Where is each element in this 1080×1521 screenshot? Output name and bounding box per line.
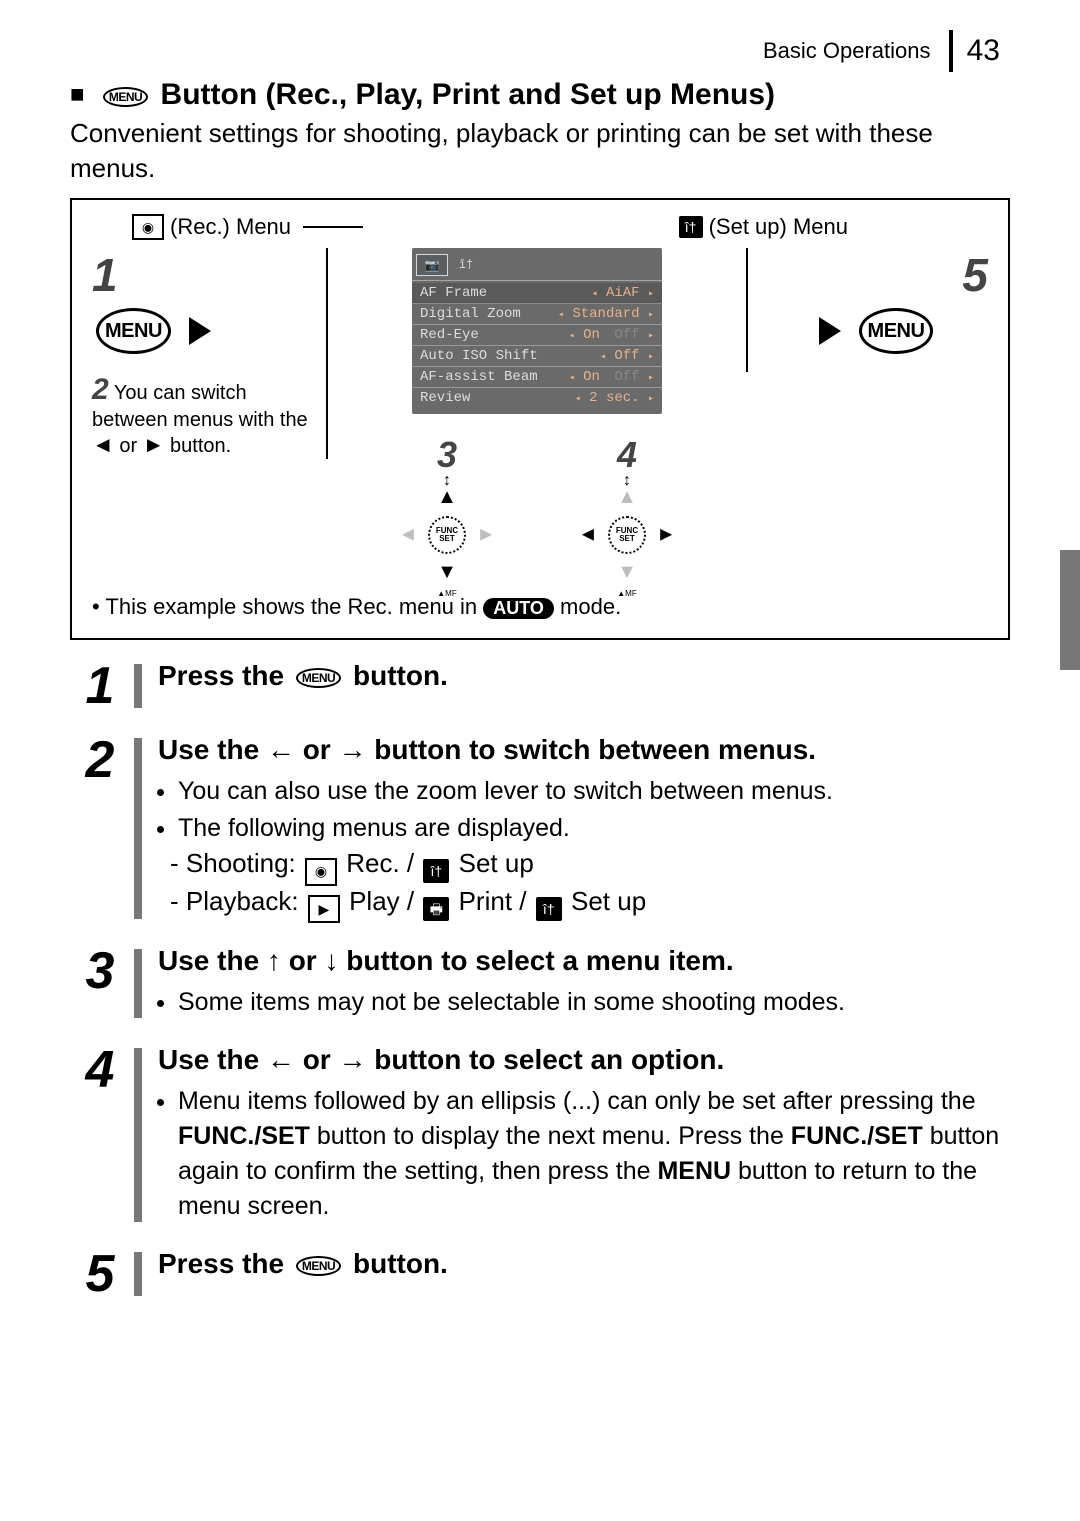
step1-head-a: Press the [158, 660, 292, 691]
section-name: Basic Operations [763, 38, 931, 63]
arrow-up-icon: ▲ [437, 486, 457, 509]
shooting-rec: Rec. / [346, 848, 414, 878]
setup-menu-label: (Set up) Menu [709, 214, 848, 240]
lcd-row: Auto ISO Shift◂ Off ▸ [412, 346, 662, 367]
menu-icon: MENU [103, 87, 148, 107]
arrow-left-icon-2: ◄ [578, 524, 598, 547]
arrow-right-faded-icon: ► [476, 524, 496, 547]
arrow-down-icon: ▼ [437, 561, 457, 584]
step2-text-a: You can switch between menus with the [92, 382, 308, 431]
step-num: 5 [70, 1248, 130, 1300]
playback-play: Play / [349, 886, 414, 916]
tools-icon: î† [679, 216, 703, 238]
diagram-step-4: 4 [617, 434, 637, 476]
step4-head: Use the ← or → button to select an optio… [158, 1044, 1010, 1076]
diagram-step-3: 3 [437, 434, 457, 476]
page-title: ■ MENU Button (Rec., Play, Print and Set… [70, 78, 1010, 112]
play-icon: ▶ [308, 895, 340, 923]
bullet-icon: ■ [70, 81, 85, 108]
shooting-label: Shooting: [186, 848, 296, 878]
step2-text-c: button. [164, 435, 231, 457]
step-5: 5 Press the MENU button. [70, 1248, 1010, 1300]
lcd-row: AF Frame◂ AiAF ▸ [412, 283, 662, 304]
step5-head-b: button. [345, 1248, 448, 1279]
step2-text-b: or [114, 435, 143, 457]
lcd-row: Review◂ 2 sec. ▸ [412, 388, 662, 408]
page-number: 43 [949, 30, 1000, 72]
arrow-down-faded-icon: ▼ [617, 561, 637, 584]
footnote-text-a: This example shows the Rec. menu in [105, 594, 483, 619]
arrow-left-faded-icon: ◄ [398, 524, 418, 547]
print-icon: 🖶 [423, 897, 449, 921]
tools-icon-small-2: î† [536, 897, 562, 921]
diagram-step-2: 2 [92, 373, 109, 406]
menu-icon-inline: MENU [296, 668, 341, 688]
tools-icon-small: î† [423, 859, 449, 883]
func-set-icon: FUNC SET [428, 516, 466, 554]
footnote-text-b: mode. [554, 594, 621, 619]
step5-head-a: Press the [158, 1248, 292, 1279]
diagram-footnote: • This example shows the Rec. menu in AU… [92, 594, 988, 620]
step2-head: Use the ← or → button to switch between … [158, 734, 1010, 766]
step3-bullet-0: Some items may not be selectable in some… [178, 985, 1010, 1020]
camera-icon-small: ◉ [305, 858, 337, 886]
arrow-left-icon: ◄ [92, 432, 114, 457]
arrow-up-faded-icon: ▲ [617, 486, 637, 509]
title-text: Button (Rec., Play, Print and Set up Men… [161, 78, 776, 111]
playback-setup: Set up [571, 886, 646, 916]
step-3: 3 Use the ↑ or ↓ button to select a menu… [70, 945, 1010, 1022]
step-2: 2 Use the ← or → button to switch betwee… [70, 734, 1010, 923]
lcd-row: Red-Eye◂ On Off ▸ [412, 325, 662, 346]
side-tab [1060, 550, 1080, 670]
diagram-step-1: 1 [92, 248, 312, 302]
menu-button-icon-2: MENU [859, 308, 934, 354]
step-num: 1 [70, 660, 130, 712]
step-1: 1 Press the MENU button. [70, 660, 1010, 712]
shooting-setup: Set up [459, 848, 534, 878]
arrow-right-icon [189, 317, 211, 345]
diagram: ◉ (Rec.) Menu î† (Set up) Menu 1 MENU 2 … [70, 198, 1010, 640]
step3-head: Use the ↑ or ↓ button to select a menu i… [158, 945, 1010, 977]
step2-bullet-1: The following menus are displayed. [178, 811, 1010, 846]
arrow-right-small-icon: ► [143, 432, 165, 457]
arrow-right-icon-2 [819, 317, 841, 345]
camera-icon: ◉ [132, 214, 164, 240]
menu-button-icon: MENU [96, 308, 171, 354]
menu-icon-inline-2: MENU [296, 1256, 341, 1276]
step4-bullet-0: Menu items followed by an ellipsis (...)… [178, 1084, 1010, 1224]
steps-list: 1 Press the MENU button. 2 Use the ← or … [70, 660, 1010, 1300]
lcd-row: AF-assist Beam◂ On Off ▸ [412, 367, 662, 388]
dpad-horizontal: ▲ ▼ ◄ ► FUNC SET ▲MF [582, 490, 672, 580]
dpad-vertical: ▲ ▼ ◄ ► FUNC SET ▲MF [402, 490, 492, 580]
playback-print: Print / [459, 886, 527, 916]
func-set-icon-2: FUNC SET [608, 516, 646, 554]
step2-bullet-0: You can also use the zoom lever to switc… [178, 774, 1010, 809]
diagram-step-5: 5 [768, 248, 988, 302]
page-header: Basic Operations 43 [70, 30, 1010, 72]
step-num: 2 [70, 734, 130, 923]
arrow-right-icon-2: ► [656, 524, 676, 547]
camera-lcd: 📷 î† AF Frame◂ AiAF ▸Digital Zoom◂ Stand… [412, 248, 662, 414]
playback-label: Playback: [186, 886, 299, 916]
lcd-tab-rec: 📷 [416, 254, 448, 276]
step-num: 3 [70, 945, 130, 1022]
auto-pill: AUTO [483, 598, 554, 619]
rec-menu-label: (Rec.) Menu [170, 214, 291, 240]
lcd-row: Digital Zoom◂ Standard ▸ [412, 304, 662, 325]
step-4: 4 Use the ← or → button to select an opt… [70, 1044, 1010, 1226]
step-num: 4 [70, 1044, 130, 1226]
intro-text: Convenient settings for shooting, playba… [70, 116, 1010, 186]
step1-head-b: button. [345, 660, 448, 691]
lcd-tab-setup: î† [450, 254, 482, 276]
